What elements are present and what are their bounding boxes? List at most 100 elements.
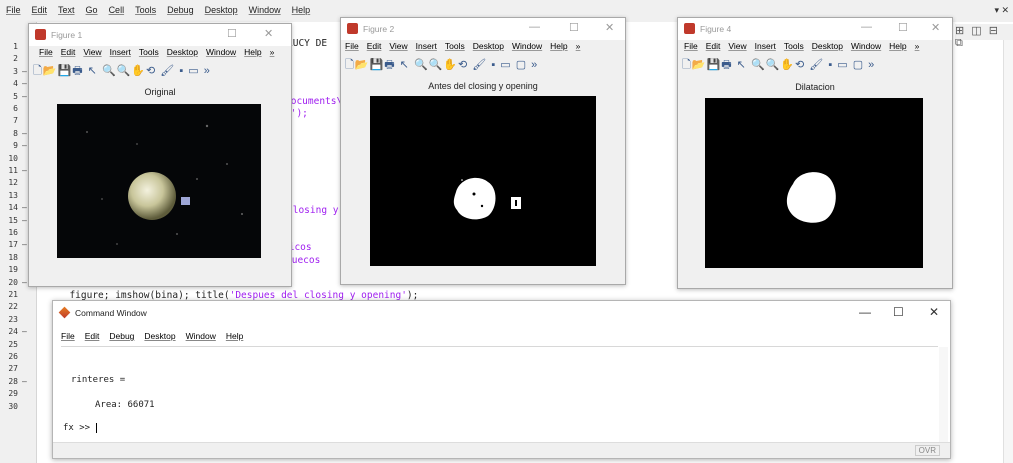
line-number-text: 29 <box>8 389 18 399</box>
figure-menu-item[interactable]: Window <box>851 41 881 51</box>
line-marker[interactable]: – <box>22 240 27 249</box>
figure-menu-item[interactable]: File <box>345 41 359 51</box>
command-window-titlebar[interactable]: Command Window — ☐ ✕ <box>53 301 950 323</box>
line-number-text: 8 <box>13 128 18 138</box>
minimize-icon[interactable]: — <box>861 21 872 33</box>
close-icon[interactable]: ✕ <box>931 21 940 34</box>
figure-1-titlebar[interactable]: Figure 1 ☐ ✕ <box>29 24 291 46</box>
figure-2-titlebar[interactable]: Figure 2 — ☐ ✕ <box>341 18 625 40</box>
figure-4-menu: File Edit View Insert Tools Desktop Window Help… <box>684 41 952 56</box>
line-marker[interactable]: – <box>22 79 27 88</box>
line-marker[interactable]: – <box>22 129 27 138</box>
figure-menu-item[interactable]: Window <box>206 47 236 57</box>
figure-menu-item[interactable]: Edit <box>367 41 382 51</box>
line-marker[interactable]: – <box>22 67 27 76</box>
editor-menu-item[interactable]: Cell <box>109 5 125 15</box>
editor-menu-item[interactable]: File <box>6 5 21 15</box>
close-icon[interactable]: ✕ <box>264 27 273 40</box>
figure-menu-item[interactable]: Edit <box>61 47 76 57</box>
line-marker[interactable]: – <box>22 377 27 386</box>
editor-menu-item[interactable]: Help <box>292 5 311 15</box>
close-icon[interactable]: ✕ <box>605 21 614 34</box>
figure-menu-item[interactable]: » <box>576 41 581 51</box>
figure-1-toolbar[interactable]: 🗋📂💾🖶 ↖ 🔍🔍✋⟲ 🖌 ▪ ▭ » <box>33 62 287 78</box>
command-menu-item[interactable]: Desktop <box>144 331 175 341</box>
figure-4-toolbar[interactable]: 🗋📂💾🖶 ↖ 🔍🔍✋⟲ 🖌 ▪ ▭ ▢ » <box>682 56 948 72</box>
figure-menu-item[interactable]: Tools <box>445 41 465 51</box>
line-marker[interactable]: – <box>22 92 27 101</box>
line-number-text: 1 <box>13 42 18 51</box>
figure-2-window[interactable]: Figure 2 — ☐ ✕ File Edit View Insert Tools De… <box>340 17 626 285</box>
command-menu-item[interactable]: Window <box>186 331 216 341</box>
command-window[interactable]: Command Window — ☐ ✕ File Edit Debug Deskto… <box>52 300 951 459</box>
output-value: Area: 66071 <box>95 400 155 410</box>
matlab-figure-icon <box>347 23 358 34</box>
line-number-text: 7 <box>13 116 18 126</box>
figure-menu-item[interactable]: Help <box>889 41 906 51</box>
line-marker[interactable]: – <box>22 141 27 150</box>
figure-menu-item[interactable]: File <box>39 47 53 57</box>
figure-menu-item[interactable]: » <box>270 47 275 57</box>
figure-menu-item[interactable]: Help <box>244 47 261 57</box>
figure-1-window[interactable]: Figure 1 ☐ ✕ File Edit View Insert Tools Desk… <box>28 23 292 287</box>
figure-menu-item[interactable]: View <box>83 47 101 57</box>
figure-menu-item[interactable]: Window <box>512 41 542 51</box>
line-number-text: 16 <box>8 228 18 237</box>
figure-menu-item[interactable]: Tools <box>139 47 159 57</box>
editor-menu-item[interactable]: Edit <box>32 5 48 15</box>
figure-menu-item[interactable]: Insert <box>416 41 437 51</box>
figure-menu-item[interactable]: Insert <box>755 41 776 51</box>
editor-menu-item[interactable]: Debug <box>167 5 194 15</box>
figure-menu-item[interactable]: Insert <box>110 47 131 57</box>
command-menu-item[interactable]: Debug <box>109 331 134 341</box>
editor-layout-toolbar[interactable]: ⊞ ◫ ⊟ ⧉ <box>955 24 1013 49</box>
figure-menu-item[interactable]: Edit <box>706 41 721 51</box>
editor-menu-item[interactable]: Go <box>86 5 98 15</box>
command-menu-item[interactable]: Edit <box>85 331 100 341</box>
editor-menu-item[interactable]: Text <box>58 5 75 15</box>
maximize-icon[interactable]: ☐ <box>898 21 908 34</box>
figure-menu-item[interactable]: View <box>389 41 407 51</box>
command-menu-item[interactable]: File <box>61 331 75 341</box>
binary-blob <box>453 177 496 220</box>
line-marker[interactable]: – <box>22 216 27 225</box>
command-prompt[interactable]: fx >> <box>63 423 102 433</box>
figure-menu-item[interactable]: Help <box>550 41 567 51</box>
line-number: 25 <box>4 340 34 350</box>
editor-window-controls[interactable]: ▾ ✕ <box>994 5 1009 16</box>
figure-4-titlebar[interactable]: Figure 4 — ☐ ✕ <box>678 18 952 40</box>
minimize-icon[interactable]: — <box>529 21 540 33</box>
editor-menu-item[interactable]: Tools <box>135 5 156 15</box>
editor-scrollbar[interactable] <box>1003 40 1013 463</box>
line-number-text: 22 <box>8 302 18 312</box>
figure-menu-item[interactable]: Desktop <box>167 47 198 57</box>
figure-menu-item[interactable]: File <box>684 41 698 51</box>
command-window-scrollbar[interactable] <box>939 347 948 443</box>
maximize-icon[interactable]: ☐ <box>227 27 237 40</box>
line-marker[interactable]: – <box>22 278 27 287</box>
maximize-icon[interactable]: ☐ <box>569 21 579 34</box>
figure-4-window[interactable]: Figure 4 — ☐ ✕ File Edit View Insert Tools De… <box>677 17 953 289</box>
figure-menu-item[interactable]: Tools <box>784 41 804 51</box>
line-number-text: 11 <box>8 166 18 175</box>
line-marker[interactable]: – <box>22 327 27 336</box>
figure-1-image <box>57 104 261 258</box>
maximize-icon[interactable]: ☐ <box>893 305 904 319</box>
close-icon[interactable]: ✕ <box>929 305 939 319</box>
command-menu-item[interactable]: Help <box>226 331 243 341</box>
command-window-output[interactable]: rinteres = Area: 66071 fx >> <box>61 346 938 442</box>
editor-menu-item[interactable]: Window <box>249 5 281 15</box>
editor-menu-item[interactable]: Desktop <box>205 5 238 15</box>
figure-2-toolbar[interactable]: 🗋📂💾🖶 ↖ 🔍🔍✋⟲ 🖌 ▪ ▭ ▢ » <box>345 56 621 72</box>
line-number: 22 <box>4 302 34 312</box>
minimize-icon[interactable]: — <box>859 305 871 319</box>
line-marker[interactable]: – <box>22 166 27 175</box>
matlab-figure-icon <box>35 29 46 40</box>
line-marker[interactable]: – <box>22 203 27 212</box>
figure-4-image <box>705 98 923 268</box>
matlab-logo-icon <box>58 306 71 319</box>
figure-menu-item[interactable]: View <box>728 41 746 51</box>
figure-menu-item[interactable]: Desktop <box>473 41 504 51</box>
figure-menu-item[interactable]: Desktop <box>812 41 843 51</box>
figure-menu-item[interactable]: » <box>915 41 920 51</box>
